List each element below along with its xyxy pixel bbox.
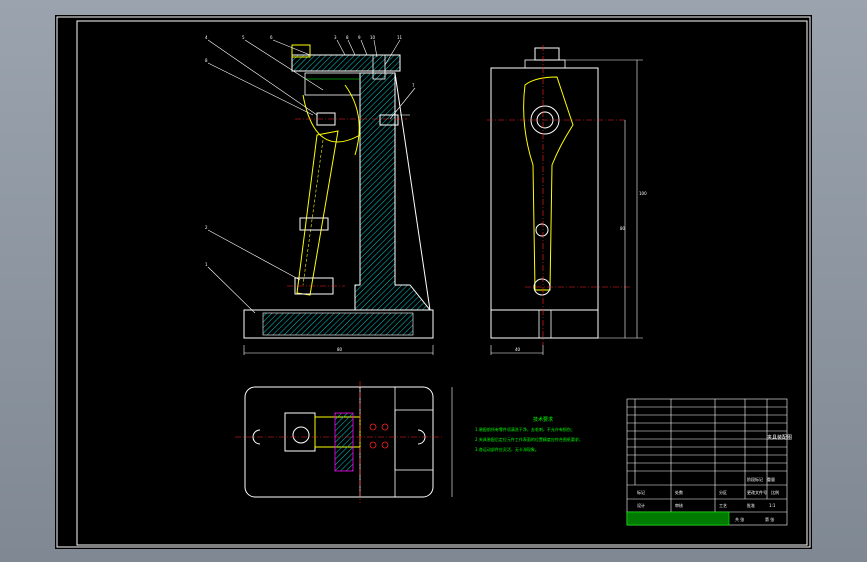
balloon-label-9: 9 <box>358 35 361 40</box>
side-height-dimension-2: 80 <box>620 226 626 231</box>
top-clamp-piece <box>334 412 354 472</box>
balloon-label-3: 3 <box>334 35 337 40</box>
balloon-label-6: 6 <box>270 35 273 40</box>
tb-label-review: 审核 <box>675 502 683 508</box>
tb-label-sheet: 第 张 <box>765 516 774 522</box>
technical-notes: 技术要求 1.装配前所有零件须清洗干净，去毛刺，不允许有损伤； 2.夹具装配后定… <box>475 416 583 452</box>
cad-viewport[interactable]: 4 5 6 3 8 9 10 11 8 7 2 1 80 100 80 40 技… <box>0 0 867 562</box>
notes-title: 技术要求 <box>533 416 553 423</box>
tb-label-zone: 分区 <box>719 489 727 495</box>
balloon-label-5: 5 <box>242 35 245 40</box>
notes-line-1: 1.装配前所有零件须清洗干净，去毛刺，不允许有损伤； <box>475 426 575 432</box>
tb-label-stage: 阶段标记 <box>747 476 763 482</box>
tb-label-weight: 重量 <box>767 476 775 482</box>
top-view <box>235 381 453 503</box>
balloon-label-11: 11 <box>397 35 403 40</box>
side-width-dimension: 40 <box>515 347 521 352</box>
notes-line-3: 3.各运动部件应灵活，无卡滞现象。 <box>475 446 539 452</box>
tb-label-scale: 比例 <box>771 489 779 495</box>
inner-frame <box>76 20 808 546</box>
tb-label-change: 更改文件号 <box>747 489 767 495</box>
tb-drawing-name: 夹具装配图 <box>767 434 792 441</box>
balloon-label-4: 4 <box>205 35 208 40</box>
tb-label-design: 设计 <box>637 502 645 508</box>
drawing-sheet[interactable]: 4 5 6 3 8 9 10 11 8 7 2 1 80 100 80 40 技… <box>55 15 812 549</box>
balloon-label-8: 8 <box>346 35 349 40</box>
front-connecting-rod <box>296 130 339 296</box>
side-base <box>490 309 599 339</box>
balloon-label-1: 1 <box>205 262 208 267</box>
balloon-label-10: 10 <box>370 35 376 40</box>
front-width-dimension: 80 <box>337 347 343 352</box>
tb-scale-value: 1:1 <box>769 503 776 508</box>
front-base-hatch <box>262 312 414 336</box>
side-height-dimension-1: 100 <box>639 191 647 196</box>
title-block <box>626 398 788 526</box>
tb-label-approve: 批准 <box>747 502 755 508</box>
front-upright <box>354 72 432 311</box>
balloon-label-7: 7 <box>412 83 415 88</box>
balloon-label-2: 2 <box>205 225 208 230</box>
tb-label-marker: 标记 <box>637 489 645 495</box>
side-top-screw <box>534 47 560 61</box>
tb-label-count: 处数 <box>675 489 683 495</box>
drawing-canvas: 4 5 6 3 8 9 10 11 8 7 2 1 80 100 80 40 技… <box>56 16 811 548</box>
balloon-label-8b: 8 <box>205 58 208 63</box>
tb-label-process: 工艺 <box>719 503 727 508</box>
side-lever <box>523 76 574 291</box>
front-view: 4 5 6 3 8 9 10 11 8 7 2 1 80 <box>205 35 434 355</box>
tb-label-sheets: 共 张 <box>735 516 744 522</box>
notes-line-2: 2.夹具装配后定位元件工作表面的位置精度应符合图纸要求； <box>475 436 583 442</box>
side-view: 100 80 40 <box>487 45 647 355</box>
side-body <box>490 67 599 311</box>
